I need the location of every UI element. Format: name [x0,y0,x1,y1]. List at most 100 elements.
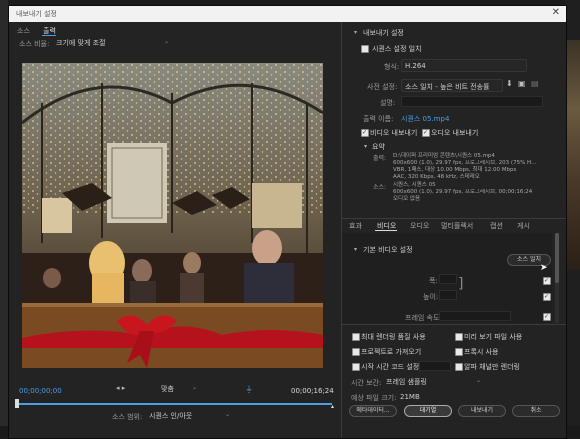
fit-value: 맞춤 [161,385,174,393]
output-name-link[interactable]: 시퀀스 05.mp4 [401,114,449,124]
start-timecode-field[interactable] [419,361,451,371]
chevron-down-icon: ⌄ [224,411,230,418]
background-panel-right [565,0,580,437]
import-project-checkbox[interactable] [352,348,360,356]
interpolation-select[interactable]: 프레임 샘플링 ⌄ [383,376,483,386]
export-video-label: 비디오 내보내기 [370,129,418,137]
width-match-checkbox[interactable] [543,277,551,285]
width-label: 폭: [429,277,438,285]
export-audio-label: 오디오 내보내기 [431,129,479,137]
out-point-handle[interactable]: ▴ [331,403,334,410]
chevron-down-icon: ⌄ [475,377,481,384]
start-timecode-checkbox[interactable] [352,363,360,371]
frame-rate-field[interactable] [439,311,511,321]
scrollbar[interactable] [555,233,559,323]
source-range-label: 소스 범위: [112,413,143,421]
tab-multiplexer[interactable]: 멀티플렉서 [441,221,473,231]
summary-header: 요약 [372,143,385,151]
basic-video-header: 기본 비디오 설정 [363,246,413,254]
crop-icon[interactable]: ⏚ [245,384,253,395]
tab-audio[interactable]: 오디오 [410,221,429,231]
use-previews-checkbox[interactable] [455,333,463,341]
timeline-scrubber[interactable]: ▴ [15,399,334,410]
summary-source-label: 소스: [373,184,387,191]
scrollbar-thumb[interactable] [555,233,559,283]
tab-output-underline [42,35,56,36]
background-thumb [566,40,580,270]
cancel-button[interactable]: 취소 [512,405,560,417]
summary-output-label: 출력: [373,155,387,162]
match-sequence-label: 시퀀스 설정 일치 [372,45,422,53]
export-audio-checkbox[interactable] [422,129,430,137]
summary-output-line: D:\대이퍼 프리미엄 콘텐츠\시퀀스 05.mp4 [393,153,495,159]
height-field[interactable] [439,290,457,300]
use-previews-label: 미리 보기 파일 사용 [464,333,523,341]
output-name-label: 출력 이름: [363,115,394,123]
export-settings-dialog: 내보내기 설정 ✕ 소스 출력 소스 비율: 크기에 맞게 조절 ⌄ 00;00… [8,5,567,439]
summary-output-line: AAC, 320 Kbps, 48 kHz, 스테레오 [393,174,480,180]
width-field[interactable] [439,274,457,284]
export-button[interactable]: 내보내기 [458,405,506,417]
tabs-top-border [342,218,566,219]
format-select[interactable]: H.264 [401,59,527,72]
basic-video-collapse-icon[interactable]: ▾ [354,246,357,253]
source-scaling-select[interactable]: 크기에 맞게 조절 ⌄ [53,37,171,47]
background-panel-left [0,0,8,437]
preset-value: 소스 일치 - 높은 비트 전송률 [405,83,490,91]
format-label: 형식: [384,63,400,71]
current-timecode[interactable]: 00;00;00;00 [19,387,62,395]
use-proxies-label: 프록시 사용 [464,348,499,356]
summary-output-text: D:\대이퍼 프리미엄 콘텐츠\시퀀스 05.mp4 600x600 (1.0)… [393,153,558,181]
settings-tabs: 효과 비디오 오디오 멀티플렉서 캡션 게시 [342,220,566,231]
preset-select[interactable]: 소스 일치 - 높은 비트 전송률 [401,79,503,92]
chevron-down-icon: ⌄ [191,384,197,391]
preview-image [22,63,323,368]
summary-source-line: 시퀀스, 시퀀스 05 [393,182,436,188]
height-label: 높이: [423,293,439,301]
render-alpha-checkbox[interactable] [455,363,463,371]
dialog-titlebar: 내보내기 설정 ✕ [9,6,566,22]
tab-source[interactable]: 소스 [17,26,30,36]
format-value: H.264 [405,62,426,70]
height-match-checkbox[interactable] [543,293,551,301]
playhead-handle[interactable] [15,399,19,408]
summary-source-text: 시퀀스, 시퀀스 05 600x600 (1.0), 29.97 fps, 프로… [393,182,558,203]
tab-video-underline [375,230,397,231]
mouse-cursor-icon: ➤ [540,263,548,273]
queue-button[interactable]: 대기열 [404,405,452,417]
mark-in-icon[interactable]: ◂ ▸ [116,384,125,392]
frame-rate-match-checkbox[interactable] [543,313,551,321]
source-range-value: 시퀀스 인/아웃 [149,412,193,420]
use-proxies-checkbox[interactable] [455,348,463,356]
interpolation-value: 프레임 샘플링 [386,378,427,386]
tab-effects[interactable]: 효과 [349,221,362,231]
save-preset-icon[interactable]: ⬇ [506,79,513,88]
import-preset-icon[interactable]: ▣ [518,79,526,88]
chevron-down-icon: ⌄ [163,38,169,45]
start-timecode-label: 시작 시간 코드 설정 [361,363,420,371]
dialog-title: 내보내기 설정 [16,10,57,18]
export-video-checkbox[interactable] [361,129,369,137]
close-icon[interactable]: ✕ [552,7,560,18]
max-render-checkbox[interactable] [352,333,360,341]
summary-output-line: VBR, 1패스, 대상 10.00 Mbps, 최대 12.00 Mbps [393,167,517,173]
delete-preset-icon[interactable]: ▤ [531,79,539,88]
max-render-label: 최대 렌더링 품질 사용 [361,333,426,341]
interpolation-label: 시간 보간: [351,379,382,387]
source-range-select[interactable]: 시퀀스 인/아웃 ⌄ [146,410,232,420]
collapse-icon[interactable]: ▾ [354,29,357,36]
file-size-label: 예상 파일 크기: [351,394,397,402]
link-bracket-icon[interactable]: ] [458,276,463,292]
export-settings-header: 내보내기 설정 [363,29,404,37]
tab-publish[interactable]: 게시 [517,221,530,231]
comments-field[interactable] [401,96,543,107]
tab-captions[interactable]: 캡션 [490,221,503,231]
match-sequence-checkbox[interactable] [361,45,369,53]
metadata-button[interactable]: 메타데이터... [349,405,397,417]
timeline-range-bar [17,403,332,405]
frame-rate-label: 프레임 속도: [405,314,442,322]
options-top-border [342,324,566,325]
summary-collapse-icon[interactable]: ▾ [364,143,367,150]
render-alpha-label: 알파 채널만 렌더링 [464,363,520,371]
fit-select[interactable]: 맞춤 ⌄ [157,384,197,393]
